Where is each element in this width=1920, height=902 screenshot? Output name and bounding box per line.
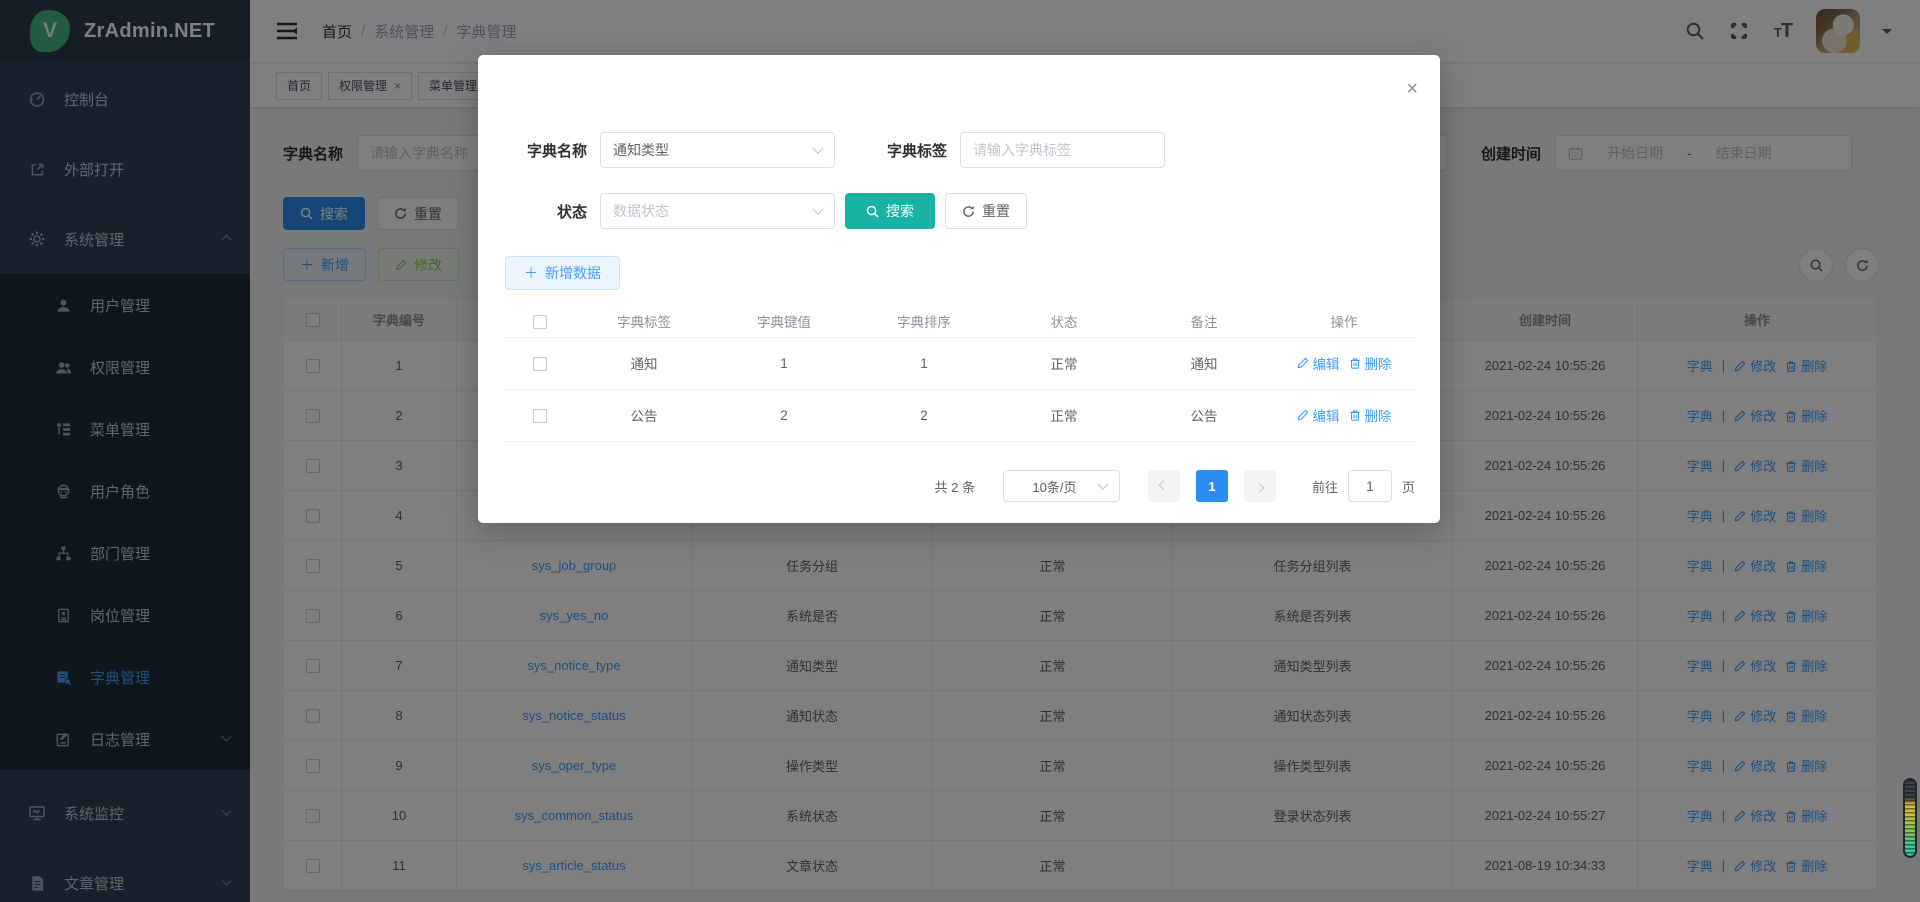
remark-cell: 公告 [1134,389,1274,441]
dialog-form: 字典名称 通知类型 字典标签 请输入字典标签 状态 数据状态 [505,132,1413,442]
dict-value-cell: 2 [714,389,854,441]
dict-label-cell: 公告 [574,389,714,441]
goto-label: 前往 [1312,477,1338,496]
dict-sort-cell: 1 [854,337,994,389]
dialog-select-all-checkbox[interactable] [505,306,574,337]
prev-page-button[interactable] [1148,470,1180,502]
chevron-down-icon [812,204,823,215]
status-cell: 正常 [994,389,1134,441]
chevron-left-icon [1159,480,1169,490]
dict-label-cell: 通知 [574,337,714,389]
page-unit-label: 页 [1402,477,1415,496]
dialog-column-header: 备注 [1134,306,1274,337]
dialog-table-row: 通知11正常通知编辑删除 [505,337,1414,389]
page-number-1[interactable]: 1 [1196,470,1228,502]
dialog-status-select[interactable]: 数据状态 [600,193,835,229]
goto-page-input[interactable]: 1 [1348,470,1392,502]
dict-data-dialog: × 字典名称 通知类型 字典标签 请输入字典标签 状态 数据状态 [478,55,1440,523]
scrollbar-extension-widget[interactable] [1903,778,1917,858]
plus-icon: ＋ [524,263,538,283]
row-edit-link[interactable]: 编辑 [1297,353,1340,373]
status-cell: 正常 [994,337,1134,389]
chevron-right-icon [1255,482,1265,492]
dialog-column-header: 字典排序 [854,306,994,337]
dialog-column-header: 状态 [994,306,1134,337]
dialog-table-row: 公告22正常公告编辑删除 [505,389,1414,441]
next-page-button[interactable] [1244,470,1276,502]
row-delete-link[interactable]: 删除 [1349,405,1392,425]
dialog-reset-button[interactable]: 重置 [945,193,1027,229]
dialog-search-button[interactable]: 搜索 [845,193,935,229]
dialog-dict-label-label: 字典标签 [865,140,947,161]
dialog-dict-name-select[interactable]: 通知类型 [600,132,835,168]
dict-sort-cell: 2 [854,389,994,441]
operations-cell: 编辑删除 [1274,389,1414,441]
pagination-total: 共 2 条 [935,477,975,496]
dialog-column-header: 字典键值 [714,306,854,337]
dialog-pagination: 共 2 条 10条/页 1 前往 1 页 [935,470,1416,502]
dialog-dict-data-table: 字典标签字典键值字典排序状态备注操作 通知11正常通知编辑删除公告22正常公告编… [505,306,1414,442]
app-root: V ZrAdmin.NET 控制台外部打开系统管理用户管理权限管理菜单管理用户角… [0,0,1920,902]
row-checkbox-cell[interactable] [505,389,574,441]
chevron-down-icon [812,143,823,154]
dialog-close-icon[interactable]: × [1406,79,1418,99]
row-delete-link[interactable]: 删除 [1349,353,1392,373]
remark-cell: 通知 [1134,337,1274,389]
row-checkbox-cell[interactable] [505,337,574,389]
dialog-dict-name-label: 字典名称 [505,140,587,161]
dialog-add-data-button[interactable]: ＋ 新增数据 [505,256,620,290]
chevron-down-icon [1097,479,1108,490]
page-size-select[interactable]: 10条/页 [1003,470,1120,502]
dialog-status-label: 状态 [505,201,587,222]
row-edit-link[interactable]: 编辑 [1297,405,1340,425]
operations-cell: 编辑删除 [1274,337,1414,389]
dialog-column-header: 操作 [1274,306,1414,337]
dialog-dict-label-input[interactable]: 请输入字典标签 [960,132,1165,168]
dict-value-cell: 1 [714,337,854,389]
dialog-column-header: 字典标签 [574,306,714,337]
